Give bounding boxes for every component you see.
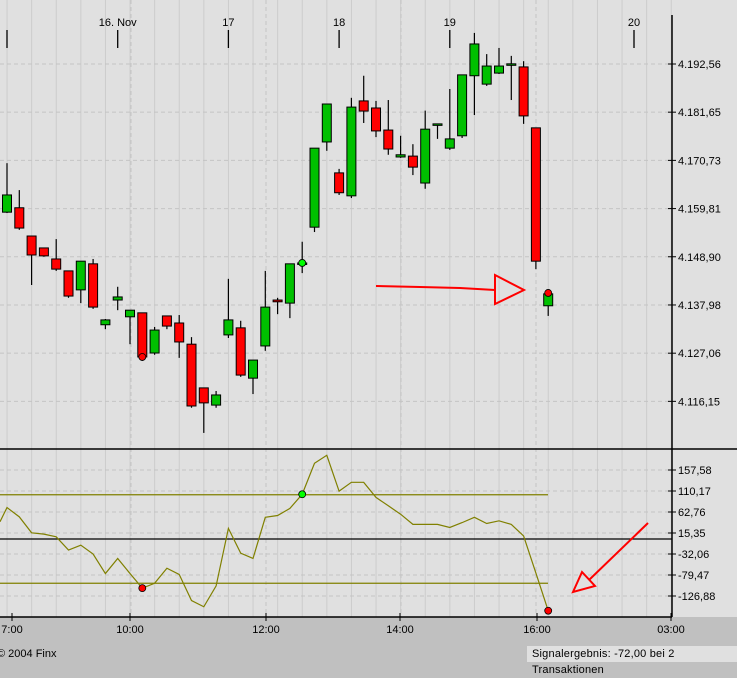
date-label: 19 xyxy=(444,17,456,29)
candle-body xyxy=(321,103,332,143)
candle-body xyxy=(457,74,468,137)
candle-body xyxy=(481,65,492,85)
candle xyxy=(186,337,197,408)
price-axis-label: 4.127,06 xyxy=(678,348,721,360)
candle-body xyxy=(211,394,222,406)
signal-marker-sell xyxy=(138,353,147,361)
time-axis-label: 7:00 xyxy=(1,624,22,636)
candle-body xyxy=(149,329,160,354)
candle-body xyxy=(530,127,541,262)
candle-body xyxy=(494,65,504,74)
candle-body xyxy=(346,106,357,197)
candle-body xyxy=(198,387,209,404)
candle-body xyxy=(420,128,431,184)
candle xyxy=(518,61,529,124)
price-axis-label: 4.148,90 xyxy=(678,252,721,264)
candle-body xyxy=(235,327,246,376)
oscillator-axis-label: 15,35 xyxy=(678,528,706,540)
candle-body xyxy=(186,343,197,407)
candle-body xyxy=(395,154,406,158)
oscillator-axis-label: 110,17 xyxy=(678,486,711,498)
date-label: 18 xyxy=(333,17,345,29)
candle xyxy=(457,74,468,138)
time-axis-label: 03:00 xyxy=(657,624,685,636)
time-axis-label: 16:00 xyxy=(523,624,551,636)
time-axis-label: 14:00 xyxy=(386,624,414,636)
candle-body xyxy=(161,315,172,327)
price-axis-label: 4.181,65 xyxy=(678,107,721,119)
candle-body xyxy=(38,247,49,257)
candle xyxy=(88,258,99,309)
candle-body xyxy=(432,123,443,126)
time-axis-label: 12:00 xyxy=(252,624,280,636)
signal-marker-buy xyxy=(298,259,307,267)
candle xyxy=(38,247,49,257)
time-axis-label: 10:00 xyxy=(116,624,144,636)
candle-body xyxy=(518,66,529,117)
price-axis-label: 4.116,15 xyxy=(678,396,720,408)
price-axis-label: 4.137,98 xyxy=(678,300,721,312)
candle xyxy=(334,168,345,195)
date-label: 17 xyxy=(222,17,234,29)
candle-body xyxy=(223,319,234,336)
candle xyxy=(346,97,357,199)
oscillator-axis-label: -79,47 xyxy=(678,570,709,582)
candle-body xyxy=(383,129,394,150)
price-axis-label: 4.170,73 xyxy=(678,155,721,167)
candle-body xyxy=(272,299,283,303)
oscillator-axis-label: -126,88 xyxy=(678,591,715,603)
candle-body xyxy=(26,235,37,256)
candle-body xyxy=(407,155,418,168)
candle-body xyxy=(260,306,271,347)
oscillator-axis-label: 62,76 xyxy=(678,507,706,519)
candle-body xyxy=(284,263,295,304)
candle-body xyxy=(63,270,74,297)
candle-body xyxy=(358,100,369,112)
signal-result-box: Signalergebnis: -72,00 bei 2 Transaktion… xyxy=(527,646,737,676)
price-axis-label: 4.159,81 xyxy=(678,204,721,216)
plot-background xyxy=(0,0,737,617)
candle-body xyxy=(137,312,148,358)
oscillator-signal-sell xyxy=(138,584,147,593)
chart-canvas: 4.192,56 4.181,65 4.170,73 4.159,81 4.148,90… xyxy=(0,0,737,636)
candle-body xyxy=(14,207,25,229)
signal-marker-sell xyxy=(544,289,553,297)
candle-body xyxy=(2,194,12,213)
date-label: 20 xyxy=(628,17,640,29)
candle-body xyxy=(51,258,62,270)
price-axis-label: 4.192,56 xyxy=(678,59,721,71)
candle-body xyxy=(444,138,455,149)
candle xyxy=(235,320,246,377)
candle-body xyxy=(334,172,345,194)
oscillator-signal-buy xyxy=(298,490,307,499)
candle-body xyxy=(506,63,517,66)
oscillator-axis-label: 157,58 xyxy=(678,465,712,477)
candle-body xyxy=(112,296,123,301)
candle xyxy=(63,270,74,298)
oscillator-signal-sell xyxy=(544,606,553,615)
candle-body xyxy=(88,263,99,308)
candle-body xyxy=(125,309,135,318)
candle xyxy=(309,147,320,233)
candle-body xyxy=(371,107,381,132)
candle-body xyxy=(469,43,480,77)
copyright-text: © 2004 Finx xyxy=(0,648,57,660)
candle-body xyxy=(174,322,185,343)
candle xyxy=(530,127,541,270)
candle-body xyxy=(100,319,111,326)
candle xyxy=(149,326,160,355)
date-label: 16. Nov xyxy=(99,17,137,29)
candle-body xyxy=(75,260,86,291)
oscillator-axis-label: -32,06 xyxy=(678,549,709,561)
candle-body xyxy=(248,359,258,379)
candle-body xyxy=(309,147,320,228)
